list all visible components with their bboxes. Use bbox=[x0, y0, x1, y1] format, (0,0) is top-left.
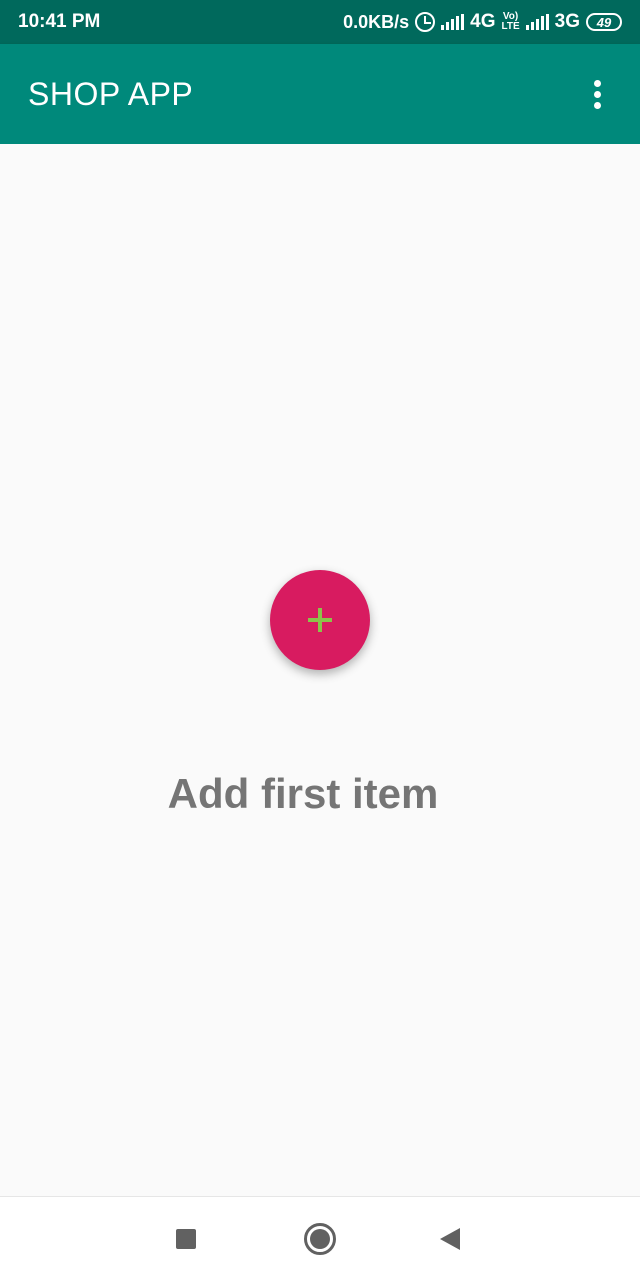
app-bar: SHOP APP bbox=[0, 44, 640, 144]
add-item-button[interactable] bbox=[270, 570, 370, 670]
navigation-bar bbox=[0, 1196, 640, 1280]
menu-dot bbox=[593, 90, 601, 98]
signal-icon-sim2 bbox=[525, 14, 549, 30]
more-vert-icon[interactable] bbox=[582, 74, 612, 114]
volte-icon: Vo) LTE bbox=[501, 12, 519, 32]
menu-dot bbox=[593, 79, 601, 87]
signal-icon bbox=[441, 14, 465, 30]
app-title: SHOP APP bbox=[28, 75, 194, 112]
plus-icon bbox=[308, 608, 332, 632]
battery-icon: 49 bbox=[586, 13, 622, 31]
status-time: 10:41 PM bbox=[18, 11, 101, 32]
recents-button[interactable] bbox=[164, 1217, 208, 1261]
sim2-network: 3G bbox=[554, 11, 580, 32]
home-button[interactable] bbox=[298, 1217, 342, 1261]
circle-icon bbox=[304, 1223, 336, 1255]
status-bar: 10:41 PM 0.0KB/s 4G Vo) LTE 3G 49 bbox=[0, 0, 640, 44]
status-icons: 0.0KB/s 4G Vo) LTE 3G 49 bbox=[343, 11, 622, 33]
battery-level: 49 bbox=[596, 14, 612, 30]
menu-dot bbox=[593, 101, 601, 109]
square-icon bbox=[176, 1229, 196, 1249]
empty-state-message: Add first item bbox=[167, 770, 439, 817]
alarm-icon bbox=[415, 12, 436, 32]
triangle-back-icon bbox=[440, 1228, 460, 1250]
main-content: Add first item bbox=[0, 144, 640, 1196]
network-speed: 0.0KB/s bbox=[343, 11, 410, 32]
back-button[interactable] bbox=[428, 1217, 472, 1261]
sim1-network: 4G bbox=[470, 11, 496, 32]
volte-bottom: LTE bbox=[501, 21, 520, 32]
